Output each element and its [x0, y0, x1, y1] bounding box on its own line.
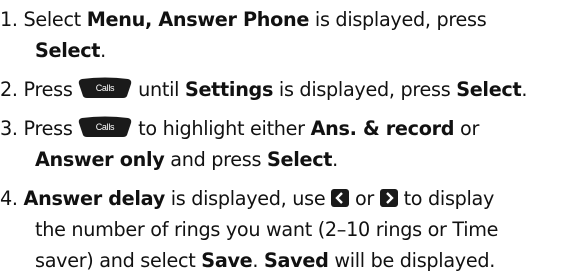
step-2-line-1: 2. Press Calls until Settings is display…: [0, 74, 585, 105]
calls-key-label: Calls: [96, 83, 115, 93]
step-1-select: Select: [35, 39, 101, 62]
step-2-number: 2.: [0, 78, 18, 101]
step-1-line-2: Select.: [0, 35, 585, 66]
step-4-line-1: 4. Answer delay is displayed, use or to …: [0, 183, 585, 214]
step-1-menu-answer-phone: Menu, Answer Phone: [86, 8, 310, 31]
step-3-text-d: or: [454, 117, 480, 140]
step-4-text-e: saver) and select: [35, 249, 202, 272]
step-1-period: .: [100, 39, 106, 62]
step-3-answer-only: Answer only: [35, 148, 165, 171]
step-1: 1. Select Menu, Answer Phone is displaye…: [0, 4, 585, 66]
step-1-number: 1.: [0, 8, 18, 31]
step-4-answer-delay: Answer delay: [23, 187, 166, 210]
step-3-text-b: to highlight either: [132, 117, 311, 140]
step-4-saved: Saved: [264, 249, 329, 272]
step-4-text-g: will be displayed.: [328, 249, 496, 272]
step-4-text-d: to display: [397, 187, 495, 210]
step-2: 2. Press Calls until Settings is display…: [0, 74, 585, 105]
step-4-number: 4.: [0, 187, 18, 210]
calls-key-label: Calls: [96, 122, 115, 132]
step-4-text-c: or: [349, 187, 380, 210]
step-3-period: .: [332, 148, 338, 171]
step-4: 4. Answer delay is displayed, use or to …: [0, 183, 585, 276]
step-3-line-1: 3. Press Calls to highlight either Ans. …: [0, 113, 585, 144]
step-4-save: Save: [201, 249, 253, 272]
step-3-text-e: and press: [164, 148, 267, 171]
step-2-text-b: until: [132, 78, 185, 101]
right-arrow-key-icon: [379, 189, 398, 207]
step-1-line-1: 1. Select Menu, Answer Phone is displaye…: [0, 4, 585, 35]
step-2-settings: Settings: [184, 78, 274, 101]
left-arrow-key-icon: [331, 189, 350, 207]
step-4-line-3: saver) and select Save. Saved will be di…: [0, 245, 585, 276]
step-2-period: .: [521, 78, 528, 101]
step-4-rings-text: the number of rings you want (2–10 rings…: [35, 218, 499, 241]
step-2-text-a: Press: [17, 78, 79, 101]
step-3: 3. Press Calls to highlight either Ans. …: [0, 113, 585, 175]
step-2-text-d: is displayed, press: [273, 78, 457, 101]
step-4-line-2: the number of rings you want (2–10 rings…: [0, 214, 585, 245]
step-1-text-c: is displayed, press: [309, 8, 487, 31]
step-3-text-a: Press: [17, 117, 79, 140]
step-2-select: Select: [456, 78, 522, 101]
step-3-select: Select: [267, 148, 333, 171]
calls-key-icon: Calls: [78, 77, 132, 99]
step-3-number: 3.: [0, 117, 18, 140]
step-4-text-b: is displayed, use: [164, 187, 332, 210]
step-1-text-a: Select: [17, 8, 87, 31]
step-4-text-f: .: [252, 249, 264, 272]
step-3-ans-record: Ans. & record: [310, 117, 455, 140]
calls-key-icon: Calls: [78, 116, 132, 138]
step-3-line-2: Answer only and press Select.: [0, 144, 585, 175]
